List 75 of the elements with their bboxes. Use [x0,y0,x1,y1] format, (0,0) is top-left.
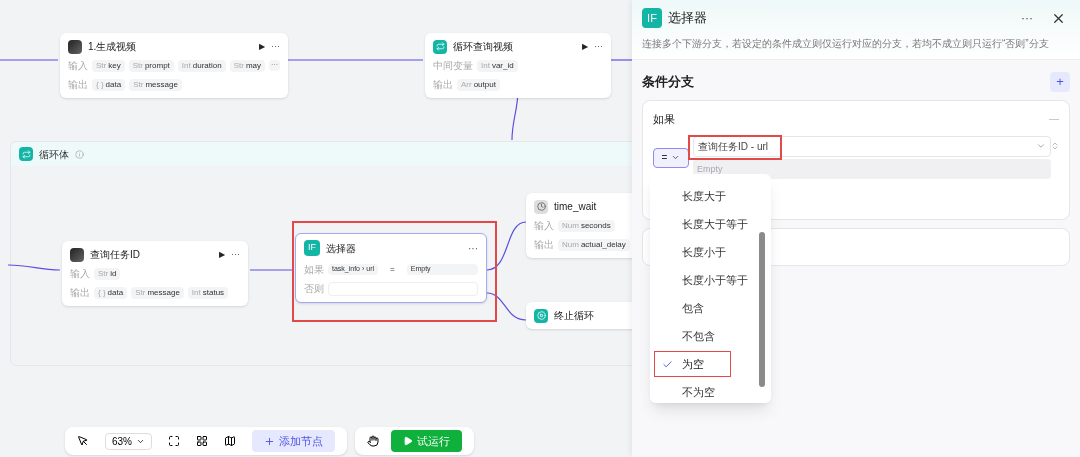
more-button[interactable]: ··· [231,247,240,262]
minimap-icon[interactable] [224,435,236,447]
row-label: 输出 [70,286,90,300]
chevron-down-icon [671,153,681,162]
param-tag: Int status [187,286,229,299]
node-title: time_wait [554,200,598,214]
more-button[interactable]: ··· [468,240,478,256]
dropdown-option[interactable]: 长度小于等于 [650,266,771,294]
row-label: 输出 [534,238,554,252]
if-icon: IF [304,240,320,256]
workflow-node[interactable]: 循环查询视频 ▶ ··· 中间变量 Int var_id 输出 Arr output [425,33,611,98]
param-tag: Str may [229,59,265,72]
add-branch-button[interactable]: + [1050,72,1070,92]
layout-icon[interactable] [196,435,208,447]
thumbnail-icon [70,247,84,262]
param-tag: Str key [92,59,125,72]
node-title: 选择器 [326,241,357,256]
node-title: 循环查询视频 [453,40,514,54]
more-button[interactable]: ··· [594,39,603,54]
param-tag: { } data [92,78,126,91]
panel-description: 连接多个下游分支，若设定的条件成立则仅运行对应的分支，若均不成立则只运行“否则”分支 [642,37,1050,51]
loop-body-title: 循环体 [39,147,69,162]
more-button[interactable]: ··· [1021,9,1033,27]
section-title: 条件分支 [642,73,694,92]
thumbnail-icon [68,39,82,54]
run-button[interactable]: ▶ [582,40,588,53]
value-field[interactable]: Empty [693,158,1051,179]
node-title: 1.生成视频 [88,40,138,54]
row-label: 如果 [304,263,324,277]
variable-select[interactable]: 查询任务ID - url [693,135,1051,157]
row-label: 否则 [304,282,324,296]
node-title: 终止循环 [554,309,595,323]
play-icon [403,436,413,446]
param-tag: { } data [94,286,128,299]
param-tag: Str message [129,78,182,91]
node-title: 查询任务ID [90,248,141,262]
plus-icon [264,435,275,447]
clock-icon [534,199,548,214]
branch-label: 如果 [653,112,675,127]
stop-icon [534,308,548,323]
run-button[interactable]: ▶ [259,40,265,53]
loop-icon [19,147,33,161]
fit-icon[interactable] [168,435,180,447]
loop-icon [433,39,447,54]
param-tag: Num seconds [558,219,615,232]
param-tag: Str id [94,267,121,280]
run-button[interactable]: ▶ [219,248,225,261]
param-tag: Arr output [457,78,500,91]
dropdown-option[interactable]: 不为空 [650,378,771,406]
row-label: 输入 [70,267,90,281]
scrollbar[interactable] [759,232,765,387]
if-icon: IF [642,8,662,28]
param-tag: Str message [131,286,184,299]
row-label: 输出 [68,78,88,92]
row-label: 输入 [68,59,88,73]
operator-text: = [389,263,396,276]
workflow-node[interactable]: 查询任务ID ▶ ··· 输入 Str id 输出 { } data Str message Int status [62,241,248,306]
more-button[interactable]: ··· [271,39,280,54]
row-label: 输入 [534,219,554,233]
zoom-select[interactable]: 63% [105,432,152,450]
row-label: 输出 [433,78,453,92]
chevron-down-icon [1036,141,1046,151]
param-tag: Int duration [177,59,226,72]
row-label: 中间变量 [433,59,473,73]
hand-icon[interactable] [367,435,379,447]
dropdown-option[interactable]: 为空 [650,350,771,378]
add-node-button[interactable]: 添加节点 [252,430,335,452]
pointer-icon[interactable] [77,435,89,447]
param-tag: Num actual_delay [558,238,630,251]
panel-title: 选择器 [668,9,708,28]
operator-select[interactable]: = [653,147,689,168]
param-tag: Int var_id [477,59,518,72]
info-icon [75,149,84,159]
check-icon [662,358,673,370]
param-tag: Str prompt [128,59,174,72]
